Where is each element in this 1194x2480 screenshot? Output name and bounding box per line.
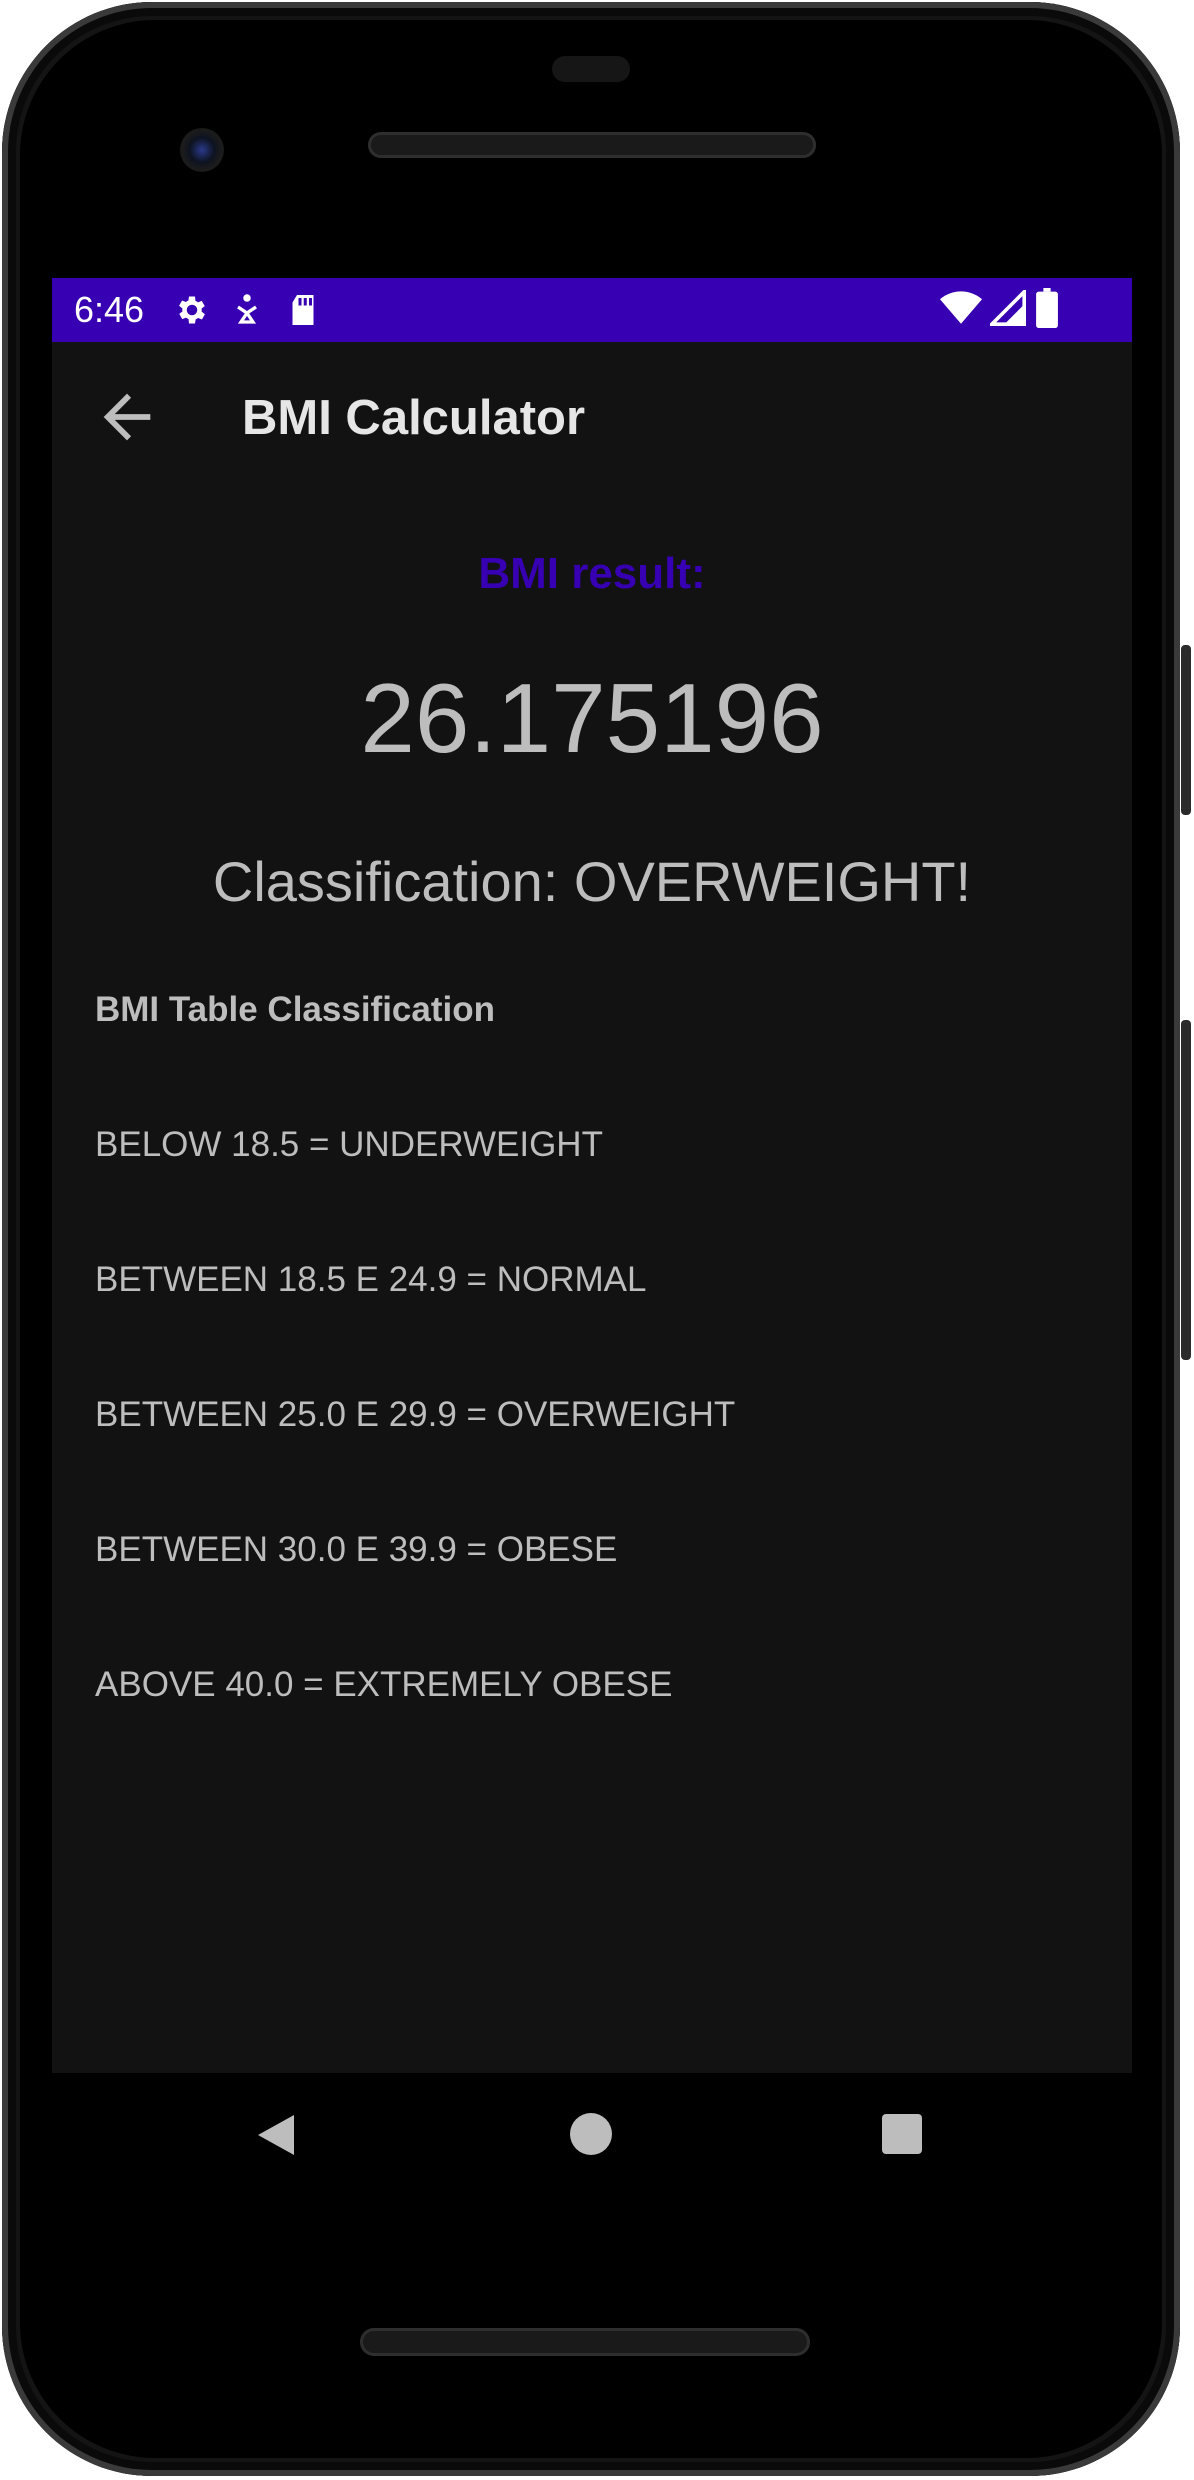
bmi-table-row: BETWEEN 30.0 E 39.9 = OBESE <box>95 1530 618 1569</box>
earpiece-speaker <box>368 132 816 158</box>
home-circle-icon <box>570 2113 612 2159</box>
wifi-icon <box>940 290 982 331</box>
back-triangle-icon <box>254 2115 298 2163</box>
accessibility-icon <box>232 292 262 333</box>
classification-text: Classification: OVERWEIGHT! <box>212 850 972 913</box>
battery-icon <box>1036 288 1058 333</box>
bmi-table-row: BETWEEN 25.0 E 29.9 = OVERWEIGHT <box>95 1395 736 1434</box>
volume-button <box>1181 1020 1191 1360</box>
bmi-table-title: BMI Table Classification <box>95 990 495 1029</box>
recents-square-icon <box>882 2114 922 2158</box>
power-button <box>1181 645 1191 815</box>
back-button[interactable] <box>92 382 162 452</box>
status-bar: 6:46 <box>52 278 1132 342</box>
sd-card-icon <box>288 292 318 333</box>
cell-signal-icon <box>987 287 1026 331</box>
arrow-back-icon <box>92 393 162 456</box>
bottom-speaker <box>360 2328 810 2356</box>
nav-home-button[interactable] <box>570 2113 612 2160</box>
proximity-sensor <box>552 56 630 82</box>
bmi-result-label: BMI result: <box>478 549 706 598</box>
front-camera <box>180 128 224 172</box>
bmi-result-value: 26.175196 <box>360 663 824 773</box>
app-screen: 6:46 BMI Calculator BMI result: 26.17519… <box>52 278 1132 2073</box>
settings-icon <box>174 292 210 333</box>
bmi-table-row: BELOW 18.5 = UNDERWEIGHT <box>95 1125 603 1164</box>
bmi-table-row: BETWEEN 18.5 E 24.9 = NORMAL <box>95 1260 647 1299</box>
navigation-bar <box>52 2073 1132 2199</box>
status-time: 6:46 <box>74 289 145 330</box>
nav-recents-button[interactable] <box>882 2114 922 2159</box>
page-title: BMI Calculator <box>242 391 586 445</box>
nav-back-button[interactable] <box>254 2111 298 2164</box>
app-bar: BMI Calculator <box>52 342 1132 492</box>
bmi-table-row: ABOVE 40.0 = EXTREMELY OBESE <box>95 1665 673 1704</box>
